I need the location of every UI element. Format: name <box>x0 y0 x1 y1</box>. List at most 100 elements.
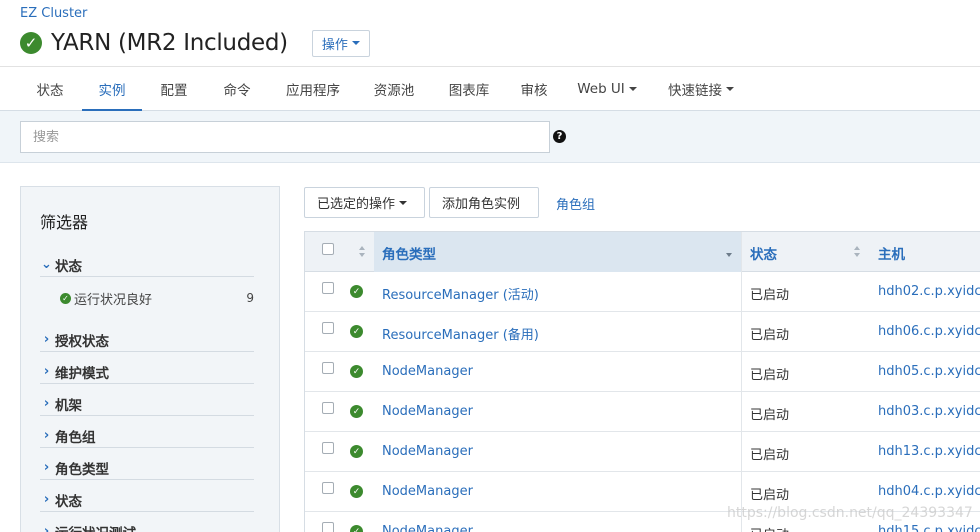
chevron-down-icon: ⌄ <box>41 257 52 272</box>
table-row[interactable]: ✓ ResourceManager (备用) 已启动 hdh06.c.p.xyi… <box>305 312 980 352</box>
table-row[interactable]: ✓ NodeManager 已启动 hdh03.c.p.xyidc <box>305 392 980 432</box>
page-header: ✓ YARN (MR2 Included) 操作 <box>20 28 370 58</box>
host-link[interactable]: hdh13.c.p.xyidc <box>878 444 980 459</box>
filter-group-authorization[interactable]: › 授权状态 <box>40 328 254 352</box>
row-checkbox[interactable] <box>322 402 334 414</box>
host-link[interactable]: hdh06.c.p.xyidc <box>878 324 980 339</box>
tab-commands[interactable]: 命令 <box>206 67 268 111</box>
table-row[interactable]: ✓ NodeManager 已启动 hdh15.c.p.xyidc <box>305 512 980 532</box>
sort-icon <box>854 246 861 258</box>
filter-group-role-group[interactable]: › 角色组 <box>40 424 254 448</box>
table-row[interactable]: ✓ NodeManager 已启动 hdh13.c.p.xyidc <box>305 432 980 472</box>
actions-dropdown-button[interactable]: 操作 <box>311 29 370 57</box>
filter-group-label: 授权状态 <box>55 333 109 350</box>
row-checkbox[interactable] <box>322 442 334 454</box>
filter-group-label: 状态 <box>55 258 82 275</box>
caret-down-icon <box>726 87 734 91</box>
role-status: 已启动 <box>750 328 790 343</box>
row-checkbox[interactable] <box>322 362 334 374</box>
add-role-instance-button[interactable]: 添加角色实例 <box>429 187 539 218</box>
filter-group-state[interactable]: › 状态 <box>40 488 254 512</box>
help-question-icon[interactable]: ? <box>553 130 566 143</box>
healthy-check-icon: ✓ <box>350 365 363 378</box>
tab-chart-library[interactable]: 图表库 <box>433 67 505 111</box>
column-header-label: 状态 <box>750 247 777 263</box>
cluster-breadcrumb-link[interactable]: EZ Cluster <box>20 6 87 21</box>
search-input[interactable] <box>20 121 550 153</box>
chevron-right-icon: › <box>43 460 50 475</box>
tab-status[interactable]: 状态 <box>25 67 75 111</box>
role-status: 已启动 <box>750 524 789 532</box>
selected-actions-button[interactable]: 已选定的操作 <box>304 187 425 218</box>
row-checkbox[interactable] <box>322 522 334 532</box>
row-checkbox[interactable] <box>322 322 334 334</box>
host-link[interactable]: hdh02.c.p.xyidc <box>878 284 980 299</box>
tab-label: 状态 <box>36 83 64 99</box>
column-header-host[interactable]: 主机 <box>870 232 980 272</box>
tab-quick-links[interactable]: 快速链接 <box>654 67 748 111</box>
role-status: 已启动 <box>750 488 790 503</box>
role-link[interactable]: ResourceManager (活动) <box>382 284 539 303</box>
tab-configuration[interactable]: 配置 <box>145 67 203 111</box>
role-status: 已启动 <box>750 408 790 423</box>
tab-web-ui[interactable]: Web UI <box>563 67 651 111</box>
filter-group-role-type[interactable]: › 角色类型 <box>40 456 254 480</box>
host-link[interactable]: hdh04.c.p.xyidc <box>878 484 980 499</box>
table-row[interactable]: ✓ NodeManager 已启动 hdh04.c.p.xyidc <box>305 472 980 512</box>
role-groups-link[interactable]: 角色组 <box>556 194 595 213</box>
role-link[interactable]: NodeManager <box>382 444 473 459</box>
role-link[interactable]: NodeManager <box>382 484 473 499</box>
tab-audits[interactable]: 审核 <box>508 67 560 111</box>
search-bar-area: ? <box>0 111 980 163</box>
healthy-check-icon: ✓ <box>350 405 363 418</box>
filter-group-label: 维护模式 <box>55 365 109 382</box>
filter-option-count: 9 <box>246 291 254 305</box>
caret-down-icon <box>399 200 408 205</box>
filter-option-healthy[interactable]: ✓ 运行状况良好 9 <box>60 287 254 309</box>
sort-icon[interactable] <box>359 246 366 258</box>
tab-applications[interactable]: 应用程序 <box>271 67 355 111</box>
filter-group-maintenance[interactable]: › 维护模式 <box>40 360 254 384</box>
filter-panel-title: 筛选器 <box>40 213 89 232</box>
add-role-instance-label: 添加角色实例 <box>442 197 521 212</box>
role-link[interactable]: ResourceManager (备用) <box>382 324 539 343</box>
row-checkbox[interactable] <box>322 282 334 294</box>
role-status: 已启动 <box>750 288 790 303</box>
host-link[interactable]: hdh15.c.p.xyidc <box>878 524 980 532</box>
healthy-check-icon: ✓ <box>20 32 42 54</box>
tab-resource-pools[interactable]: 资源池 <box>358 67 430 111</box>
column-header-label: 主机 <box>878 247 905 263</box>
filter-group-label: 角色类型 <box>55 461 109 478</box>
table-row[interactable]: ✓ NodeManager 已启动 hdh05.c.p.xyidc <box>305 352 980 392</box>
tab-label: 图表库 <box>448 83 490 99</box>
filter-group-status-expanded[interactable]: ⌄ 状态 <box>40 253 254 277</box>
caret-down-icon <box>351 41 360 45</box>
filter-panel: 筛选器 ⌄ 状态 ✓ 运行状况良好 9 › 授权状态 › 维护模式 › 机架 › 角色组… <box>20 186 280 532</box>
tab-label: 快速链接 <box>668 83 722 99</box>
column-header-status[interactable]: 状态 <box>742 232 870 272</box>
service-nav-tabs: 状态 实例 配置 命令 应用程序 资源池 图表库 审核 Web UI 快速链接 <box>0 66 980 112</box>
host-link[interactable]: hdh03.c.p.xyidc <box>878 404 980 419</box>
role-link[interactable]: NodeManager <box>382 364 473 379</box>
filter-group-label: 机架 <box>55 397 82 414</box>
chevron-right-icon: › <box>43 396 50 411</box>
healthy-check-icon: ✓ <box>350 285 363 298</box>
host-link[interactable]: hdh05.c.p.xyidc <box>878 364 980 379</box>
role-status: 已启动 <box>750 448 790 463</box>
select-all-checkbox[interactable] <box>322 243 334 255</box>
healthy-check-icon: ✓ <box>350 525 363 532</box>
table-row[interactable]: ✓ ResourceManager (活动) 已启动 hdh02.c.p.xyi… <box>305 272 980 312</box>
column-header-label: 角色类型 <box>382 247 436 263</box>
role-link[interactable]: NodeManager <box>382 404 473 419</box>
filter-group-health-tests[interactable]: › 运行状况测试 <box>40 520 254 532</box>
role-link[interactable]: NodeManager <box>382 524 473 532</box>
healthy-check-icon: ✓ <box>350 445 363 458</box>
column-header-role-type[interactable]: 角色类型 <box>374 232 741 272</box>
chevron-right-icon: › <box>43 332 50 347</box>
row-checkbox[interactable] <box>322 482 334 494</box>
tab-instances[interactable]: 实例 <box>82 67 142 112</box>
tab-label: 应用程序 <box>286 83 340 99</box>
healthy-check-icon: ✓ <box>350 485 363 498</box>
filter-group-rack[interactable]: › 机架 <box>40 392 254 416</box>
tab-label: Web UI <box>577 81 625 97</box>
